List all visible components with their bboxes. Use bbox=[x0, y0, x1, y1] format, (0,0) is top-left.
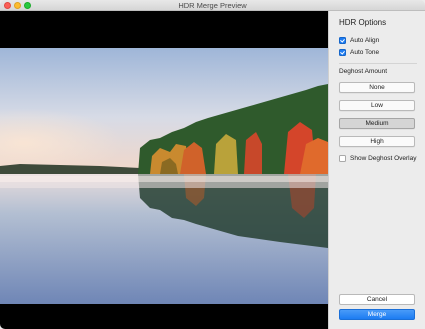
preview-area bbox=[0, 11, 328, 329]
hdr-options-panel: HDR Options Auto Align Auto Tone Deghost… bbox=[328, 11, 425, 329]
window-title: HDR Merge Preview bbox=[178, 1, 247, 10]
show-deghost-overlay-label: Show Deghost Overlay bbox=[350, 155, 417, 162]
hdr-options-heading: HDR Options bbox=[339, 18, 387, 27]
hdr-preview-image bbox=[0, 48, 328, 304]
merge-button[interactable]: Merge bbox=[339, 309, 415, 320]
show-deghost-overlay-checkbox[interactable]: Show Deghost Overlay bbox=[339, 154, 416, 163]
deghost-high-button[interactable]: High bbox=[339, 136, 415, 147]
hdr-merge-window: HDR Merge Preview HDR Options Auto Align… bbox=[0, 0, 425, 329]
cancel-button[interactable]: Cancel bbox=[339, 294, 415, 305]
auto-tone-checkbox[interactable]: Auto Tone bbox=[339, 48, 379, 57]
checkbox-unchecked-icon bbox=[339, 155, 346, 162]
auto-align-checkbox[interactable]: Auto Align bbox=[339, 36, 379, 45]
deghost-low-button[interactable]: Low bbox=[339, 100, 415, 111]
section-divider bbox=[339, 63, 417, 64]
auto-align-label: Auto Align bbox=[350, 37, 380, 44]
deghost-amount-heading: Deghost Amount bbox=[339, 68, 388, 75]
deghost-none-button[interactable]: None bbox=[339, 82, 415, 93]
deghost-medium-button[interactable]: Medium bbox=[339, 118, 415, 129]
checkbox-checked-icon bbox=[339, 37, 346, 44]
checkbox-checked-icon bbox=[339, 49, 346, 56]
title-bar: HDR Merge Preview bbox=[0, 0, 425, 11]
auto-tone-label: Auto Tone bbox=[350, 49, 380, 56]
